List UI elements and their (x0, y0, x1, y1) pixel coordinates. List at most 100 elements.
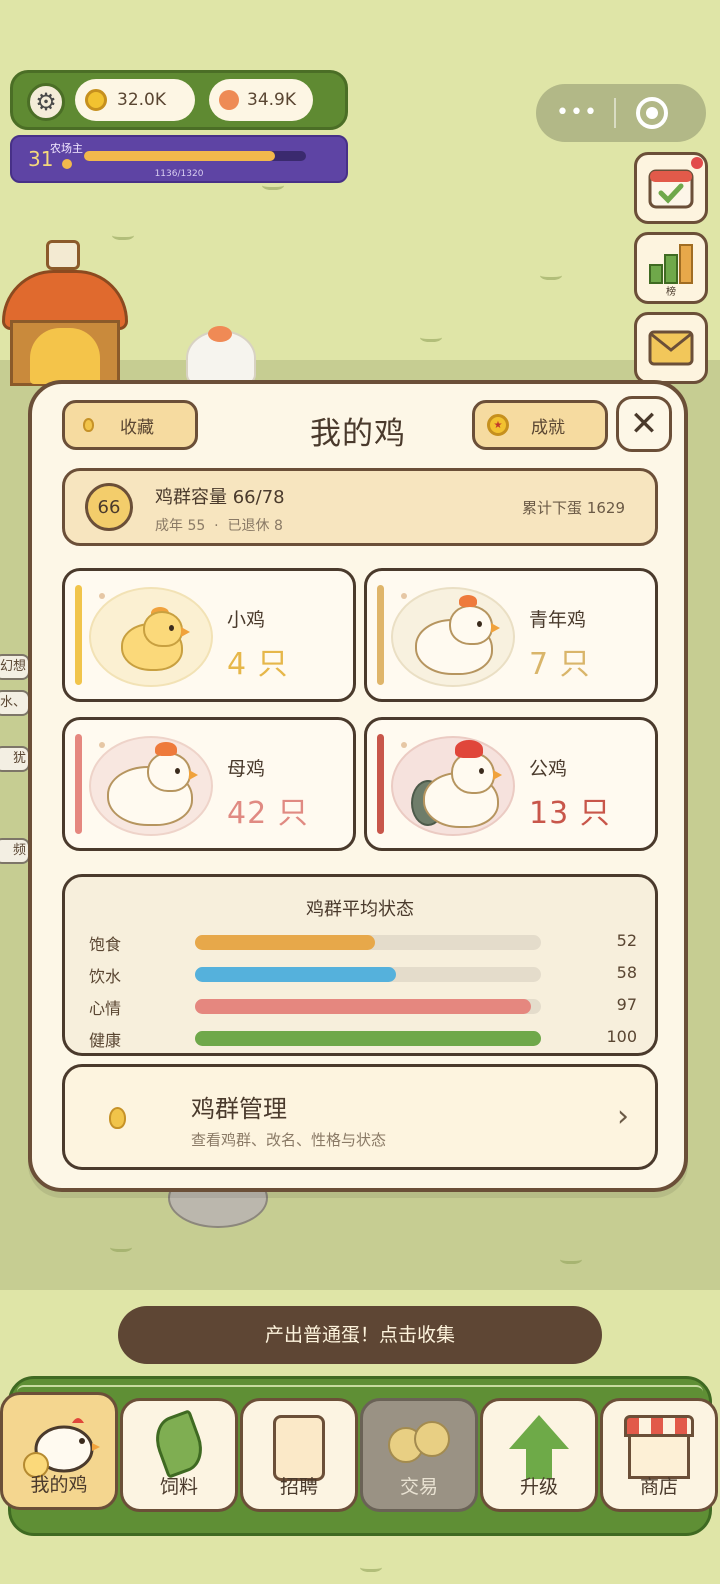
shop-icon (624, 1415, 694, 1479)
coin-counter[interactable]: 32.0K (75, 79, 195, 121)
gem-counter[interactable]: 34.9K (209, 79, 313, 121)
oven-chimney (46, 240, 80, 270)
rooster-category-card[interactable]: 公鸡 13 只 (364, 717, 658, 851)
envelope-icon (648, 330, 694, 366)
chick-beak-icon (181, 627, 190, 637)
stat-value: 97 (616, 995, 637, 1014)
golden-egg-icon (109, 1107, 126, 1129)
manage-title: 鸡群管理 (191, 1095, 287, 1123)
stat-fill (195, 999, 531, 1014)
chicken-icon (23, 1418, 100, 1478)
stat-value: 58 (616, 963, 637, 982)
close-button[interactable]: ✕ (616, 396, 672, 452)
achievement-label: 成就 (531, 417, 565, 438)
hen-portrait (89, 736, 213, 836)
card-name: 青年鸡 (529, 609, 587, 631)
grass-tuft (360, 1560, 382, 1572)
young-chicken-eye-icon (477, 621, 482, 627)
nav-my-chickens[interactable]: 我的鸡 (0, 1392, 118, 1510)
stat-label: 心情 (89, 999, 122, 1018)
total-eggs-laid: 累计下蛋 1629 (522, 499, 625, 517)
xp-progress-track (84, 151, 306, 161)
stat-label: 饱食 (89, 935, 122, 954)
decor-dot (99, 593, 105, 599)
stat-row-water: 饮水 58 (89, 961, 637, 986)
young-chicken-category-card[interactable]: 青年鸡 7 只 (364, 568, 658, 702)
stat-row-mood: 心情 97 (89, 993, 637, 1018)
nav-recruit[interactable]: 招聘 (240, 1398, 358, 1512)
daily-checkin-button[interactable] (634, 152, 708, 224)
flock-average-status: 鸡群平均状态 饱食 52 饮水 58 心情 97 健康 100 (62, 874, 658, 1056)
egg-oven-building[interactable] (2, 240, 128, 390)
calendar-check-icon (648, 169, 694, 209)
collect-egg-toast[interactable]: 产出普通蛋！点击收集 (118, 1306, 602, 1364)
coin-icon (85, 89, 107, 111)
card-name: 小鸡 (227, 609, 266, 631)
settings-gear-icon[interactable]: ⚙ (27, 83, 65, 121)
hen-eye-icon (175, 768, 180, 774)
level-progress-panel[interactable]: 31 农场主 1136/1320 (10, 135, 348, 183)
resource-bar: ⚙ 32.0K 34.9K (10, 70, 348, 130)
stat-value: 52 (616, 931, 637, 950)
nav-label: 商店 (639, 1476, 678, 1498)
more-menu-icon[interactable]: ••• (556, 100, 598, 125)
card-accent-bar (377, 734, 384, 834)
young-chicken-portrait (391, 587, 515, 687)
nav-trade[interactable]: 交易 (360, 1398, 478, 1512)
flock-management-button[interactable]: 鸡群管理 查看鸡群、改名、性格与状态 › (62, 1064, 658, 1170)
chick-eye-icon (169, 625, 174, 631)
leaderboard-label: 榜 (666, 285, 676, 297)
tray-highlight (17, 1385, 703, 1399)
close-miniprogram-icon[interactable] (636, 97, 668, 129)
card-name: 公鸡 (529, 758, 568, 780)
capacity-breakdown: 成年 55 · 已退休 8 (155, 515, 283, 535)
leaf-icon (148, 1409, 210, 1479)
chevron-right-icon: › (617, 1099, 629, 1134)
young-chicken-head-icon (449, 605, 493, 645)
stat-row-health: 健康 100 (89, 1025, 637, 1050)
decor-dot (401, 593, 407, 599)
rooster-comb-icon (455, 740, 483, 758)
achievement-button[interactable]: ★ 成就 (472, 400, 608, 450)
stat-track (195, 999, 541, 1014)
chick-head-icon (143, 611, 183, 647)
nav-label: 我的鸡 (30, 1474, 88, 1496)
card-accent-bar (377, 585, 384, 685)
my-chickens-panel: 收藏 我的鸡 ★ 成就 ✕ 66 鸡群容量 66/78 成年 55 · 已退休 … (28, 380, 688, 1192)
oven-egg-window (30, 328, 100, 384)
hen-beak-icon (189, 770, 198, 780)
nav-shop[interactable]: 商店 (600, 1398, 718, 1512)
young-chicken-comb-icon (459, 595, 477, 607)
capacity-badge: 66 (85, 483, 133, 531)
hen-category-card[interactable]: 母鸡 42 只 (62, 717, 356, 851)
grass-tuft (560, 1252, 582, 1264)
capacity-title: 鸡群容量 66/78 (155, 487, 285, 508)
nav-feed[interactable]: 饲料 (120, 1398, 238, 1512)
star-medal-icon: ★ (487, 414, 509, 436)
exchange-icon (388, 1421, 450, 1463)
nav-upgrade[interactable]: 升级 (480, 1398, 598, 1512)
card-accent-bar (75, 585, 82, 685)
card-accent-bar (75, 734, 82, 834)
rooster-portrait (391, 736, 515, 836)
background-chip: 幻想 (0, 654, 30, 680)
stat-track (195, 935, 541, 950)
notification-dot (691, 157, 703, 169)
grass-tuft (110, 1240, 132, 1252)
leaderboard-button[interactable]: 榜 (634, 232, 708, 304)
status-title: 鸡群平均状态 (306, 899, 414, 920)
rooster-eye-icon (479, 768, 484, 774)
capsule-divider (614, 98, 616, 128)
level-marker-icon (62, 159, 72, 169)
chick-category-card[interactable]: 小鸡 4 只 (62, 568, 356, 702)
stat-value: 100 (606, 1027, 637, 1046)
mail-button[interactable] (634, 312, 708, 384)
adult-count: 成年 55 (155, 518, 206, 534)
rooster-head-icon (451, 752, 495, 794)
rooster-beak-icon (493, 770, 502, 780)
grass-tuft (420, 330, 442, 342)
hen-comb-icon (155, 742, 177, 756)
background-chip: 水、 (0, 690, 30, 716)
stat-fill (195, 935, 375, 950)
decor-dot (401, 742, 407, 748)
